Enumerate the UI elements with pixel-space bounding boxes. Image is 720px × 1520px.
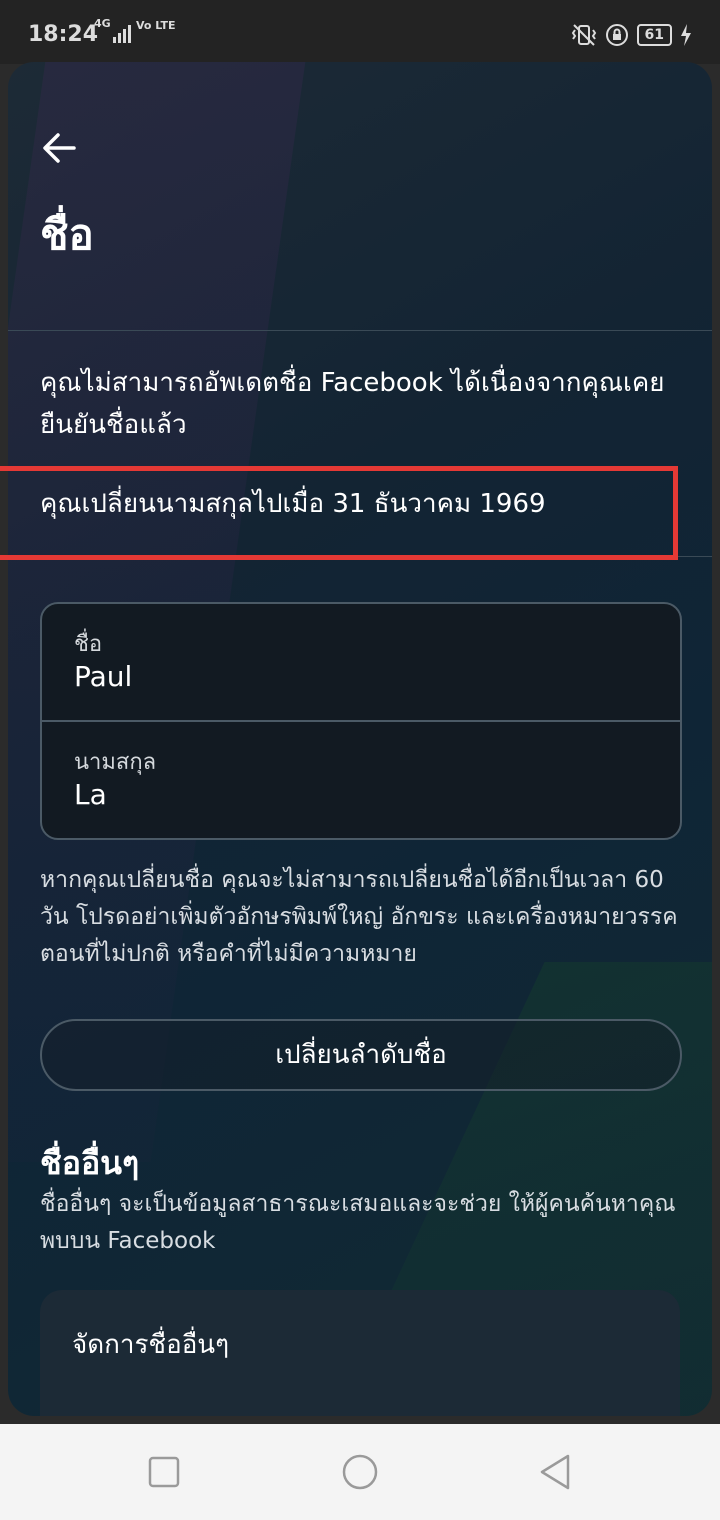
network-type-label: 4G <box>94 17 111 30</box>
notice-text: คุณไม่สามารถอัพเดตชื่อ Facebook ได้เนื่อ… <box>40 368 665 440</box>
system-nav-bar <box>0 1424 720 1520</box>
recent-apps-icon[interactable] <box>144 1452 184 1492</box>
manage-other-names-card[interactable]: จัดการชื่ออื่นๆ <box>40 1290 680 1416</box>
home-icon[interactable] <box>340 1452 380 1492</box>
lock-rotation-icon <box>605 24 628 46</box>
last-name-label: นามสกุล <box>74 750 157 775</box>
first-name-field[interactable]: ชื่อ Paul <box>42 604 680 720</box>
battery-level: 61 <box>636 24 672 46</box>
back-arrow-icon[interactable] <box>38 126 82 170</box>
status-right-group: 61 <box>571 22 692 48</box>
name-change-help-text: หากคุณเปลี่ยนชื่อ คุณจะไม่สามารถเปลี่ยนช… <box>40 867 678 967</box>
last-name-field[interactable]: นามสกุล La <box>42 722 680 838</box>
divider <box>8 330 712 331</box>
other-names-heading: ชื่ออื่นๆ <box>40 1144 140 1182</box>
manage-other-names-label: จัดการชื่ออื่นๆ <box>72 1330 230 1360</box>
charging-icon <box>681 24 691 46</box>
status-bar: 18:24 4G Vo LTE 61 <box>0 0 720 64</box>
status-time: 18:24 <box>28 22 99 47</box>
other-names-description: ชื่ออื่นๆ จะเป็นข้อมูลสาธารณะเสมอและจะช่… <box>40 1191 676 1254</box>
name-fields-box: ชื่อ Paul นามสกุล La <box>40 602 682 840</box>
vibrate-icon <box>571 24 596 46</box>
first-name-label: ชื่อ <box>74 632 103 657</box>
name-settings-sheet: ชื่อ คุณไม่สามารถอัพเดตชื่อ Facebook ได้… <box>8 62 712 1416</box>
page-title: ชื่อ <box>40 210 94 259</box>
last-name-value: La <box>74 778 107 811</box>
nav-back-icon[interactable] <box>536 1452 576 1492</box>
volte-label: Vo LTE <box>136 19 176 32</box>
highlight-box <box>0 466 678 560</box>
change-name-order-button[interactable]: เปลี่ยนลำดับชื่อ <box>40 1019 682 1091</box>
signal-icon <box>113 25 131 43</box>
first-name-value: Paul <box>74 660 133 693</box>
